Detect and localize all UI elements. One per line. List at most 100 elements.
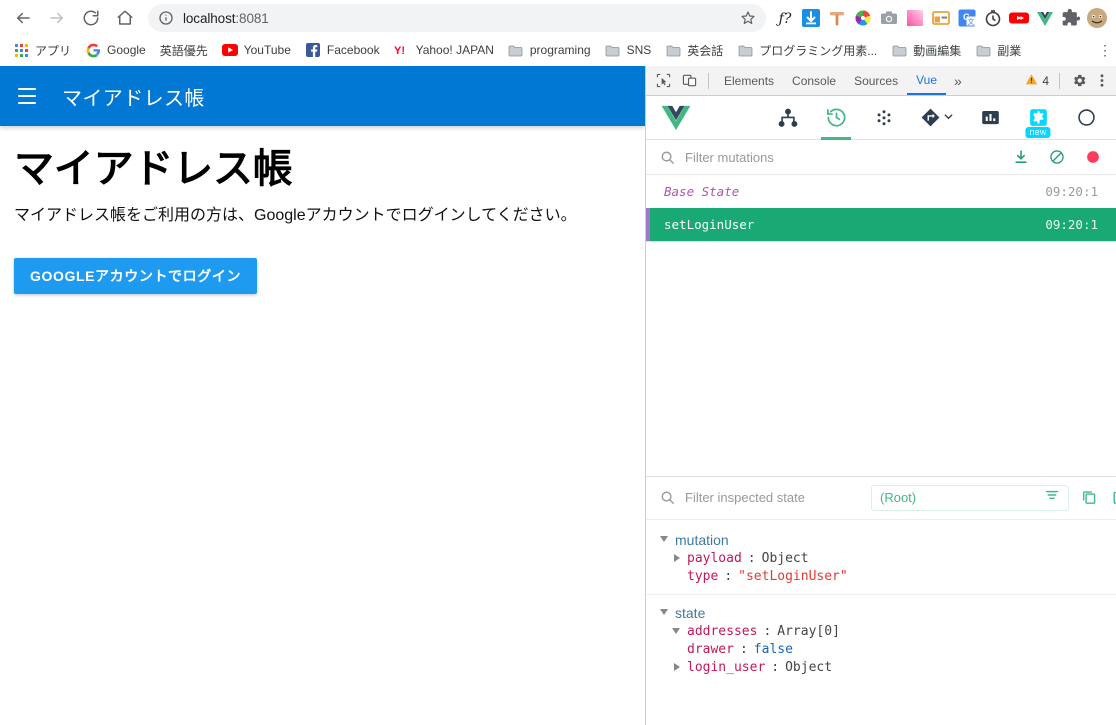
bookmark-item-facebook[interactable]: Facebook [298,39,387,61]
chevron-down-icon[interactable] [943,109,954,127]
vue-devtools-toolbar: new [646,96,1116,140]
vue-devtools-extension-icon[interactable] [1032,5,1058,31]
bookmark-label: Yahoo! JAPAN [415,43,494,57]
color-wheel-extension-icon[interactable] [850,5,876,31]
tree-node-addresses[interactable]: addresses: Array[0] [646,623,1116,641]
vuex-tab[interactable] [860,96,908,140]
mutation-row-base-state[interactable]: Base State 09:20:1 [646,175,1116,208]
filter-lines-icon[interactable] [1044,487,1060,508]
state-group-mutation: mutation payload: Object type: "setLogin… [646,530,1116,594]
viewport-split: マイアドレス帳 マイアドレス帳 マイアドレス帳をご利用の方は、Googleアカウ… [0,66,1116,725]
back-arrow-icon[interactable] [9,4,37,32]
tree-node-login-user[interactable]: login_user: Object [646,659,1116,677]
refresh-tab[interactable] [1062,96,1110,140]
omnibox[interactable]: localhost:8081 [148,4,766,32]
tab-elements[interactable]: Elements [715,66,783,95]
mutations-filter-input[interactable] [685,149,1002,165]
bookmark-item-google[interactable]: Google [78,39,153,61]
search-icon [660,490,675,505]
components-tab[interactable] [764,96,812,140]
inspect-element-icon[interactable] [650,69,676,93]
bookmark-label: Facebook [326,43,380,57]
forward-arrow-icon[interactable] [43,4,71,32]
export-mutations-download-icon[interactable] [1012,148,1030,166]
site-information-icon[interactable] [158,10,174,26]
devtools-settings-gear-icon[interactable] [1066,69,1092,93]
hamburger-menu-icon[interactable] [10,79,44,113]
download-extension-icon[interactable] [798,5,824,31]
tree-node-drawer[interactable]: drawer: false [646,641,1116,659]
bookmark-folder-programing[interactable]: programing [501,39,598,61]
bookmark-folder-video-editing[interactable]: 動画編集 [884,39,968,61]
f-question-extension-icon[interactable]: ƒ? [772,5,798,31]
home-icon[interactable] [111,4,139,32]
routing-tab[interactable] [908,96,966,140]
google-login-button[interactable]: GOOGLEアカウントでログイン [14,258,258,294]
tab-console[interactable]: Console [783,66,845,95]
mutation-timestamp: 09:20:1 [1045,184,1098,199]
yahoo-japan-icon: Y! [394,42,410,58]
tab-vue[interactable]: Vue [907,66,946,95]
tab-sources[interactable]: Sources [845,66,907,95]
bookmark-star-icon[interactable] [740,10,756,26]
bookmark-item-youtube[interactable]: YouTube [215,39,298,61]
tree-key: addresses [687,624,758,639]
profile-avatar[interactable] [1084,5,1110,31]
settings-tab[interactable]: new [1014,96,1062,140]
root-scope-select[interactable]: (Root) [871,484,1069,511]
chevron-right-icon[interactable] [672,554,681,563]
copy-state-icon[interactable] [1079,488,1099,508]
inspected-state-filter-input[interactable] [685,490,861,505]
bookmark-item-apps[interactable]: アプリ [6,39,78,61]
tree-node-mutation[interactable]: mutation [646,530,1116,550]
tree-node-payload[interactable]: payload: Object [646,550,1116,568]
timeline-tab[interactable] [812,96,860,140]
folder-icon [975,42,991,58]
toggle-device-toolbar-icon[interactable] [676,69,702,93]
bookmark-item-yahoo-japan[interactable]: Y! Yahoo! JAPAN [387,39,501,61]
warning-count-badge[interactable]: 4 [1021,73,1053,89]
google-translate-extension-icon[interactable]: G文 [954,5,980,31]
svg-text:文: 文 [968,17,975,26]
screenshot-camera-extension-icon[interactable] [876,5,902,31]
hammer-extension-icon[interactable] [824,5,850,31]
gradient-extension-icon[interactable] [902,5,928,31]
extension-icons: ƒ? G文 [772,5,1110,31]
bookmark-folder-programming-materials[interactable]: プログラミング用素... [730,39,884,61]
chevron-right-icon[interactable] [672,663,681,672]
facebook-icon [305,42,321,58]
record-mutations-circle-icon[interactable] [1084,148,1102,166]
web-app-viewport: マイアドレス帳 マイアドレス帳 マイアドレス帳をご利用の方は、Googleアカウ… [0,66,645,725]
paste-state-icon[interactable] [1109,488,1116,508]
bookmark-folder-side-business[interactable]: 副業 [968,39,1028,61]
chevron-down-icon[interactable] [660,535,669,544]
bookmark-label: YouTube [243,43,291,57]
stopwatch-extension-icon[interactable] [980,5,1006,31]
settings-new-badge: new [1025,126,1051,138]
chevron-down-icon[interactable] [660,608,669,617]
window-layout-extension-icon[interactable] [928,5,954,31]
youtube-extension-icon[interactable] [1006,5,1032,31]
performance-tab[interactable] [966,96,1014,140]
chevron-down-icon[interactable] [672,627,681,636]
mutation-label: setLoginUser [664,217,755,232]
devtools-topbar: Elements Console Sources Vue » 4 [646,66,1116,96]
mutation-row-setloginuser[interactable]: setLoginUser 09:20:1 [646,208,1116,241]
devtools-more-options-icon[interactable] [1092,69,1112,93]
root-scope-value: (Root) [880,490,917,505]
warning-count: 4 [1042,73,1049,88]
tree-node-type[interactable]: type: "setLoginUser" [646,568,1116,586]
bookmark-item-english-priority[interactable]: 英語優先 [153,39,215,61]
tree-group-label: state [675,604,706,621]
reload-icon[interactable] [77,4,105,32]
tree-node-state[interactable]: state [646,603,1116,623]
bookmark-label: programing [529,43,591,57]
clear-mutations-no-entry-icon[interactable] [1048,148,1066,166]
bookmark-folder-eikaiwa[interactable]: 英会話 [658,39,730,61]
bookmark-folder-sns[interactable]: SNS [598,39,659,61]
puzzle-extensions-menu-icon[interactable] [1058,5,1084,31]
inspected-state-filter-bar: (Root) [646,475,1116,520]
more-tabs-icon[interactable]: » [946,66,970,95]
bookmarks-overflow-icon[interactable]: ⋮ [1096,39,1114,61]
toolbar-divider [708,72,709,89]
